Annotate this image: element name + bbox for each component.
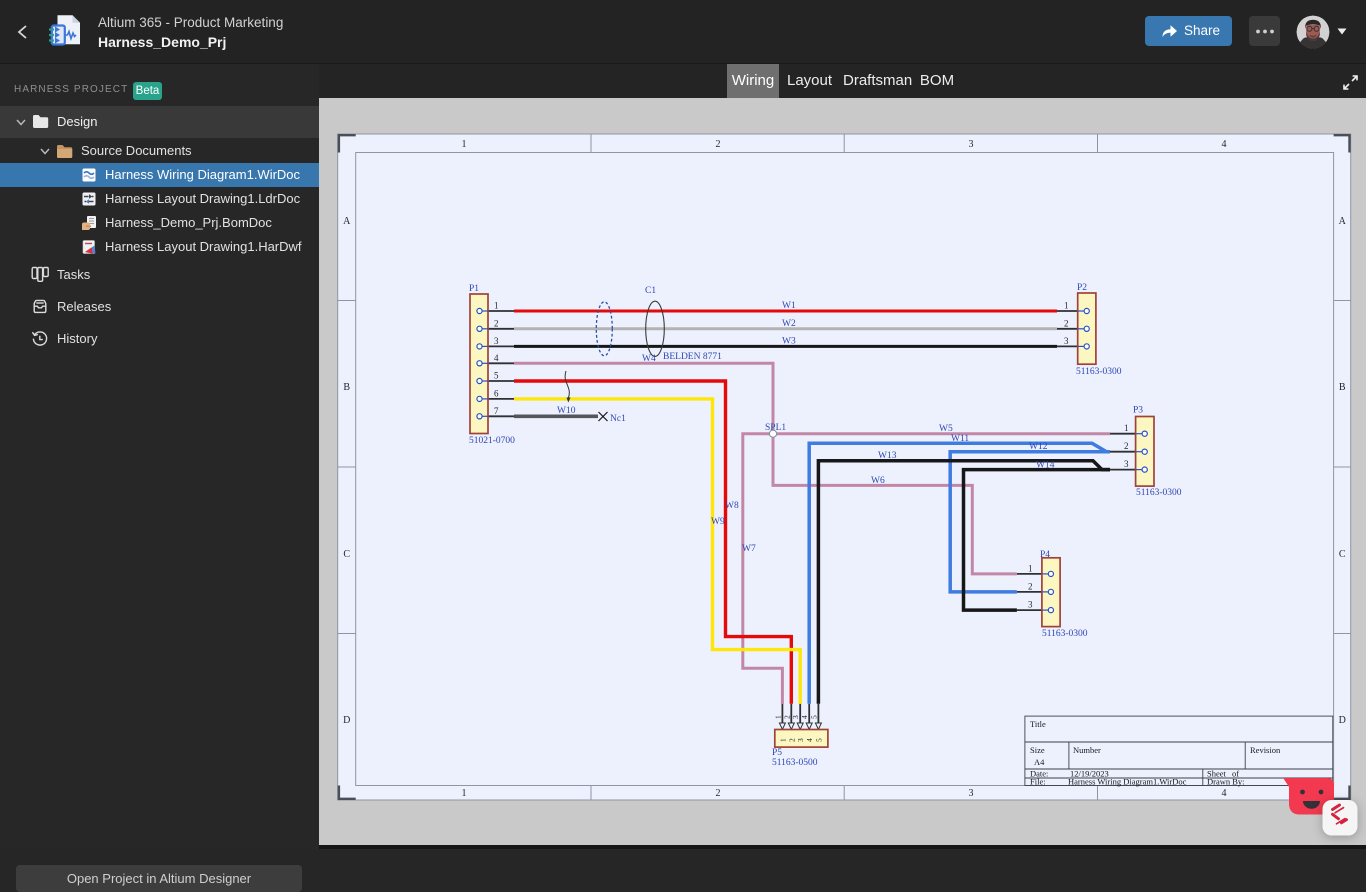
- svg-text:1: 1: [778, 738, 787, 742]
- svg-text:W14: W14: [1036, 461, 1055, 471]
- svg-text:4: 4: [805, 738, 814, 742]
- svg-text:Drawn By:: Drawn By:: [1207, 777, 1245, 787]
- svg-text:2: 2: [1064, 318, 1069, 328]
- svg-text:2: 2: [716, 788, 721, 799]
- svg-text:3: 3: [969, 139, 974, 150]
- svg-text:W2: W2: [782, 319, 796, 329]
- svg-text:A4: A4: [1034, 757, 1045, 767]
- svg-text:A: A: [343, 216, 351, 227]
- svg-text:1: 1: [773, 715, 782, 719]
- svg-text:2: 2: [782, 715, 791, 719]
- svg-text:51163-0300: 51163-0300: [1042, 629, 1088, 639]
- svg-text:SPL1: SPL1: [765, 423, 786, 433]
- svg-text:51163-0500: 51163-0500: [772, 758, 818, 768]
- svg-text:W1: W1: [782, 301, 796, 311]
- svg-text:2: 2: [1124, 441, 1129, 451]
- svg-text:4: 4: [1222, 788, 1227, 799]
- svg-text:5: 5: [814, 738, 823, 742]
- svg-text:1: 1: [1064, 301, 1069, 311]
- svg-text:3: 3: [494, 336, 499, 346]
- svg-text:P5: P5: [772, 748, 782, 758]
- svg-text:B: B: [1339, 382, 1346, 393]
- svg-text:1: 1: [462, 788, 467, 799]
- svg-text:1: 1: [462, 139, 467, 150]
- svg-text:4: 4: [494, 353, 499, 363]
- svg-text:Size: Size: [1030, 745, 1045, 755]
- svg-text:C1: C1: [645, 286, 656, 296]
- svg-text:File:: File:: [1030, 777, 1046, 787]
- svg-text:4: 4: [800, 715, 809, 719]
- svg-text:1: 1: [1124, 423, 1129, 433]
- svg-text:51163-0300: 51163-0300: [1076, 367, 1122, 377]
- svg-text:P1: P1: [469, 284, 479, 294]
- svg-text:D: D: [1339, 715, 1346, 726]
- svg-text:4: 4: [1222, 139, 1227, 150]
- svg-text:P4: P4: [1040, 550, 1050, 560]
- svg-text:3: 3: [1028, 600, 1033, 610]
- svg-text:Harness Wiring Diagram1.WirDoc: Harness Wiring Diagram1.WirDoc: [1068, 777, 1187, 787]
- svg-text:3: 3: [791, 715, 800, 719]
- svg-text:1: 1: [494, 301, 499, 311]
- svg-text:51021-0700: 51021-0700: [469, 436, 515, 446]
- svg-text:2: 2: [1028, 581, 1033, 591]
- svg-text:W8: W8: [725, 501, 739, 511]
- svg-text:3: 3: [1064, 336, 1069, 346]
- svg-text:W10: W10: [557, 406, 576, 416]
- svg-text:7: 7: [494, 406, 499, 416]
- svg-text:W3: W3: [782, 337, 796, 347]
- svg-text:2: 2: [716, 139, 721, 150]
- svg-text:P2: P2: [1077, 283, 1087, 293]
- svg-text:Title: Title: [1030, 719, 1046, 729]
- svg-text:B: B: [343, 382, 350, 393]
- svg-text:5: 5: [494, 371, 499, 381]
- svg-text:W4: W4: [642, 354, 656, 364]
- svg-text:C: C: [1339, 549, 1346, 560]
- svg-text:D: D: [343, 715, 350, 726]
- svg-text:W5: W5: [939, 424, 953, 434]
- svg-text:51163-0300: 51163-0300: [1136, 488, 1182, 498]
- svg-text:Nc1: Nc1: [610, 414, 626, 424]
- svg-text:W6: W6: [871, 476, 885, 486]
- svg-text:2: 2: [787, 738, 796, 742]
- svg-text:W9: W9: [711, 517, 725, 527]
- svg-text:Number: Number: [1073, 745, 1101, 755]
- svg-text:3: 3: [796, 738, 805, 742]
- svg-text:P3: P3: [1133, 406, 1143, 416]
- svg-text:W13: W13: [878, 451, 897, 461]
- svg-text:3: 3: [969, 788, 974, 799]
- svg-text:3: 3: [1124, 459, 1129, 469]
- svg-text:5: 5: [809, 715, 818, 719]
- svg-text:2: 2: [494, 318, 499, 328]
- svg-text:Revision: Revision: [1250, 745, 1281, 755]
- svg-text:BELDEN 8771: BELDEN 8771: [663, 352, 722, 362]
- svg-text:C: C: [343, 549, 350, 560]
- svg-text:W11: W11: [951, 434, 969, 444]
- svg-text:1: 1: [1028, 563, 1033, 573]
- svg-text:6: 6: [494, 388, 499, 398]
- svg-text:W12: W12: [1029, 442, 1048, 452]
- svg-text:W7: W7: [742, 544, 756, 554]
- svg-text:A: A: [1339, 216, 1347, 227]
